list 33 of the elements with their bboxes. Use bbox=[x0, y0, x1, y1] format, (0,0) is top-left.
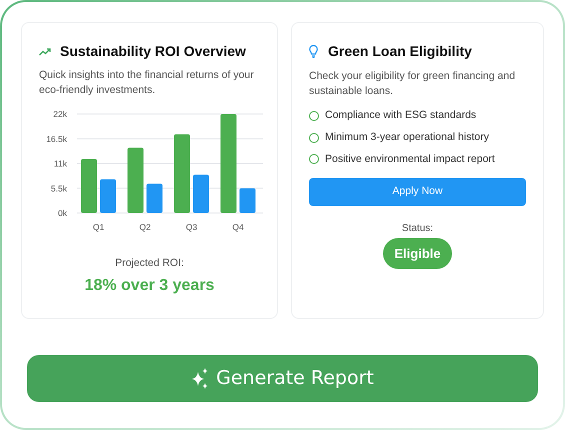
checkbox[interactable] bbox=[309, 154, 319, 164]
criteria-label: Compliance with ESG standards bbox=[325, 108, 476, 123]
axis-label: 22k bbox=[53, 109, 67, 119]
bar bbox=[100, 179, 116, 213]
roi-label: Projected ROI: bbox=[115, 256, 184, 271]
lightbulb-icon bbox=[309, 45, 318, 58]
checkbox[interactable] bbox=[309, 110, 319, 121]
roi-value: 18% over 3 years bbox=[84, 276, 214, 296]
axis-label: Q4 bbox=[232, 222, 244, 232]
axis-label: 11k bbox=[54, 158, 67, 168]
checkbox[interactable] bbox=[309, 132, 319, 143]
axis-label: 16.5k bbox=[46, 134, 67, 144]
status-badge: Eligible bbox=[383, 238, 452, 270]
axis-label: Q3 bbox=[186, 222, 198, 232]
bar bbox=[128, 148, 144, 213]
apply-button[interactable]: Apply Now bbox=[309, 178, 526, 206]
axis-label: 5.5k bbox=[50, 183, 67, 194]
card-title: Green Loan Eligibility bbox=[328, 42, 472, 61]
axis-label: 0k bbox=[58, 208, 67, 218]
card-description: Quick insights into the financial returns of your eco-friendly investments. bbox=[39, 68, 255, 98]
axis-label: Q1 bbox=[92, 222, 104, 232]
axis-label: Q2 bbox=[139, 222, 151, 232]
bar bbox=[81, 159, 97, 213]
trend-up-icon bbox=[39, 48, 51, 56]
criteria-label: Positive environmental impact report bbox=[325, 152, 495, 166]
bar bbox=[146, 184, 162, 213]
card-description: Check your eligibility for green financing and sustainable loans. bbox=[309, 69, 516, 99]
generate-report-button[interactable]: Generate Report bbox=[27, 355, 538, 402]
bar bbox=[240, 188, 256, 213]
bar bbox=[193, 174, 209, 213]
status-label: Status: bbox=[402, 222, 434, 236]
card-title: Sustainability ROI Overview bbox=[60, 42, 246, 61]
criteria-label: Minimum 3-year operational history bbox=[325, 130, 489, 145]
